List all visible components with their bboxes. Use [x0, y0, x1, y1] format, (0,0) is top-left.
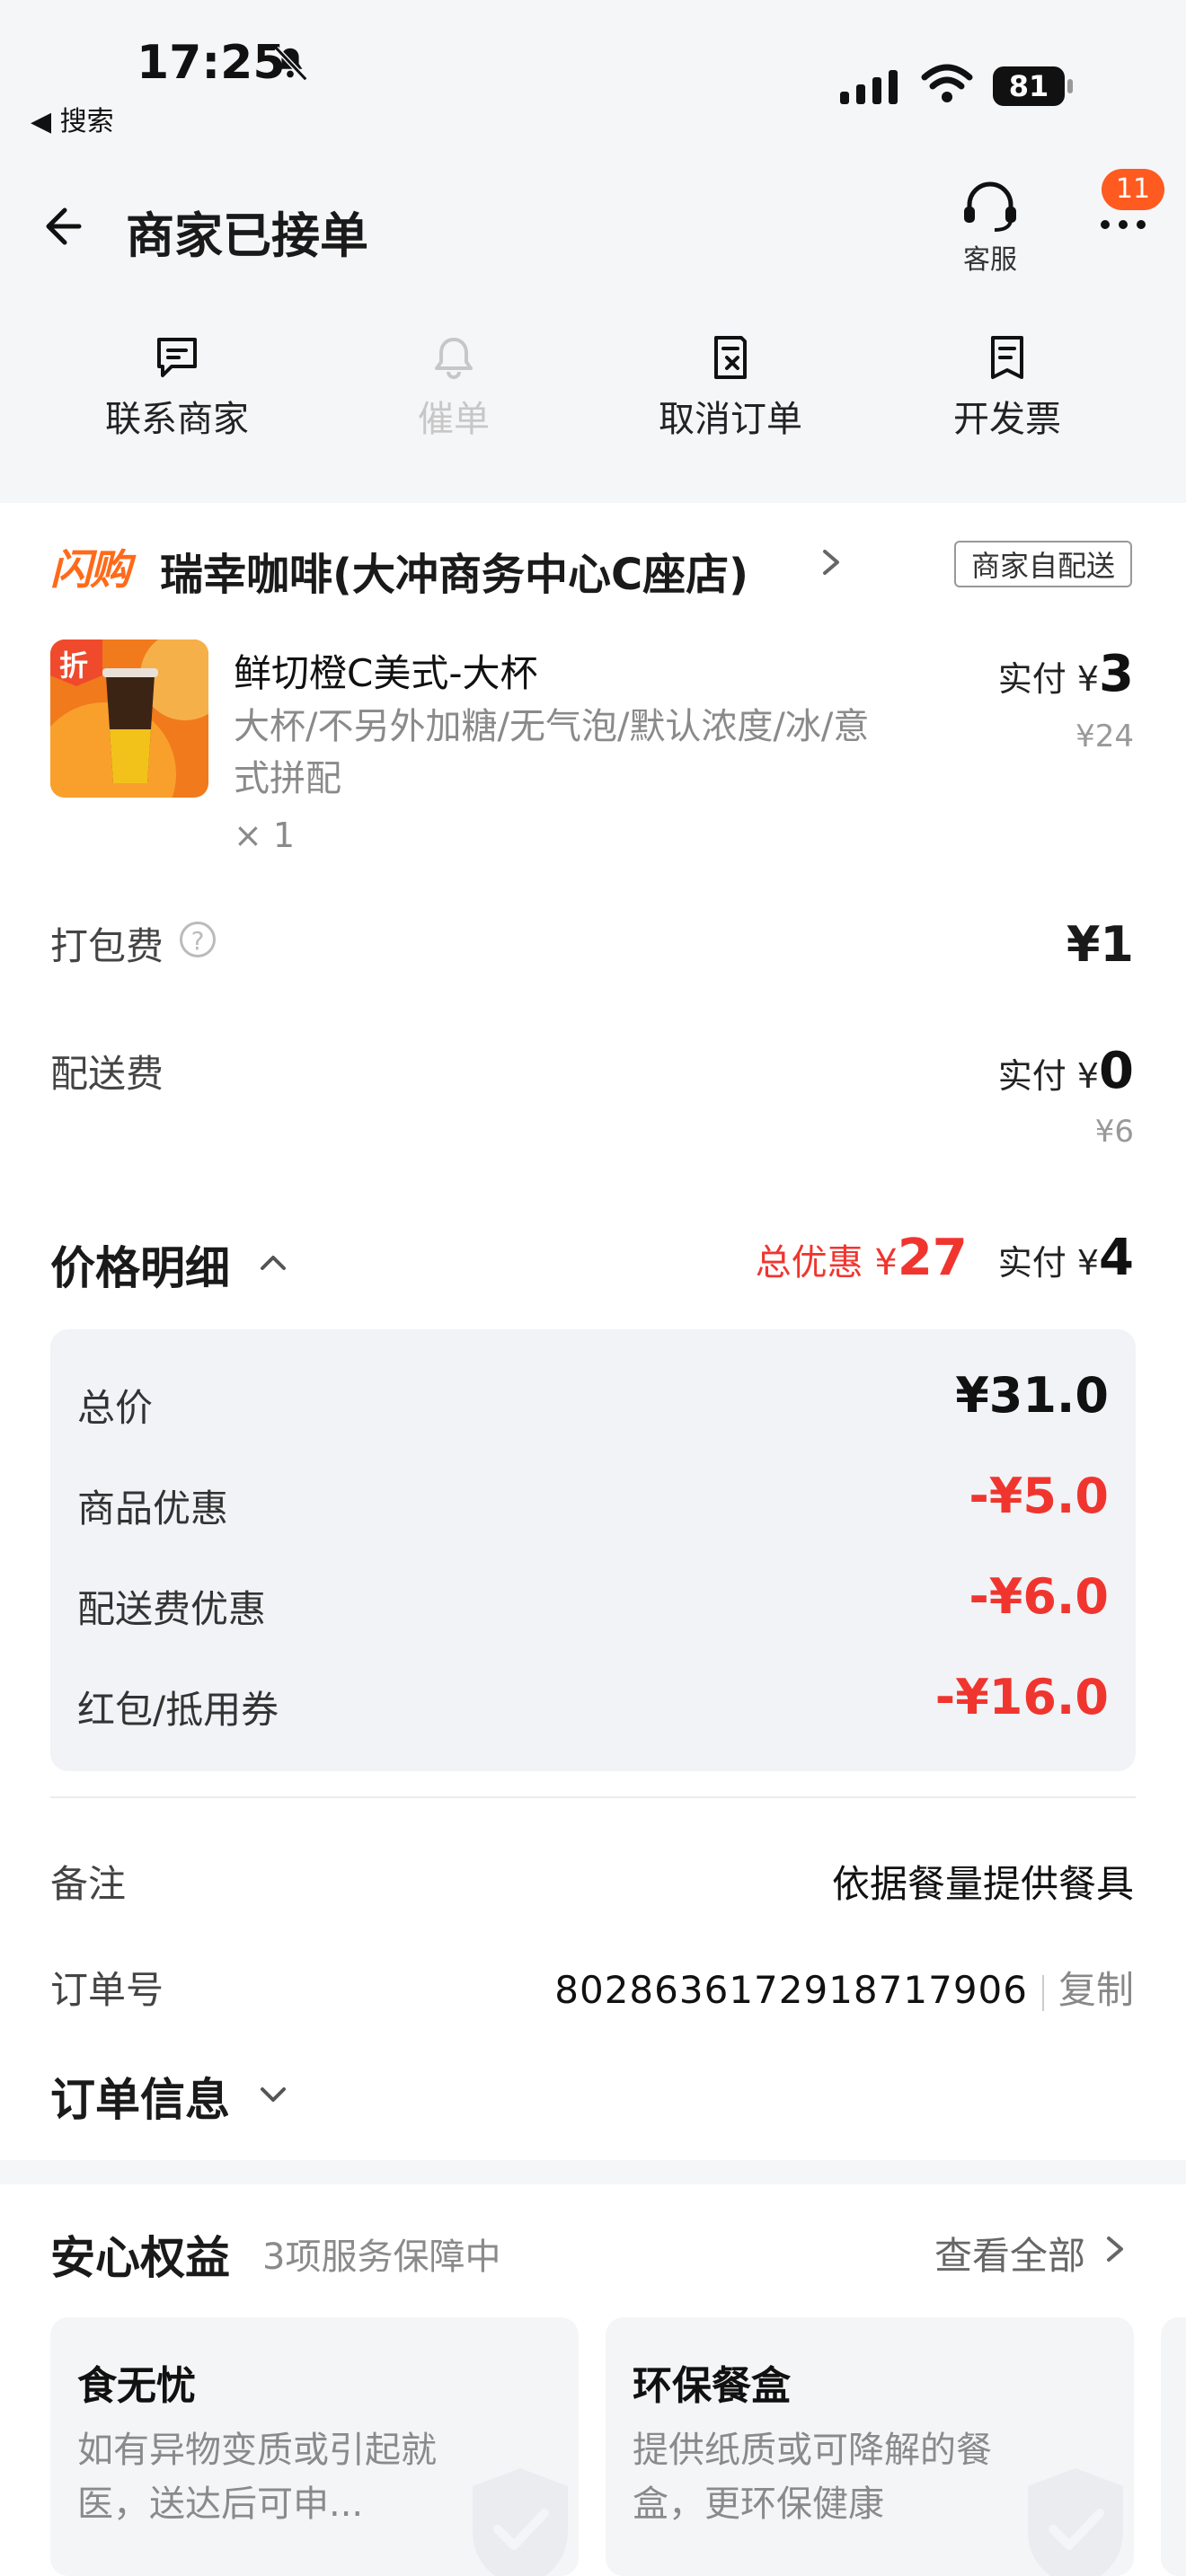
guarantee-item-title: 食无忧: [77, 2363, 196, 2409]
order-number-label: 订单号: [50, 1968, 164, 2012]
product-image[interactable]: 折: [50, 640, 208, 798]
chat-icon: [157, 338, 197, 377]
guarantee-item-title: 环保餐盒: [633, 2363, 791, 2409]
help-icon[interactable]: ?: [180, 922, 216, 957]
battery-level: 81: [993, 66, 1065, 106]
guarantee-title: 安心权益: [50, 2232, 230, 2284]
discount-badge: 折: [59, 648, 89, 683]
total-discount-label: 总优惠 ¥: [755, 1242, 898, 1284]
chevron-up-icon[interactable]: [257, 1248, 289, 1275]
product-original-price: ¥24: [1075, 719, 1134, 754]
page-title: 商家已接单: [126, 207, 368, 264]
remark-label: 备注: [50, 1862, 127, 1906]
delivery-paid-label: 实付 ¥: [997, 1056, 1100, 1096]
order-info-toggle[interactable]: 订单信息: [50, 2064, 230, 2129]
product-spec-line1: 大杯/不另外加糖/无气泡/默认浓度/冰/意: [234, 706, 870, 747]
order-number-value: 8028636172918717906: [554, 1968, 1028, 2012]
more-options-icon[interactable]: [1098, 216, 1148, 234]
divider: [50, 1796, 1136, 1798]
delivery-type-tag: 商家自配送: [954, 541, 1132, 587]
paid-amount: 3: [1099, 645, 1134, 703]
brand-logo: 闪购: [50, 545, 131, 594]
packing-fee-label: 打包费: [50, 924, 164, 968]
product-spec: 大杯/不另外加糖/无气泡/默认浓度/冰/意 式拼配: [234, 701, 916, 805]
chevron-right-icon[interactable]: [1102, 2231, 1128, 2267]
headset-icon: [964, 181, 1016, 232]
guarantee-item-desc: 如有异物变质或引起就医，送达后可申...: [77, 2430, 437, 2525]
price-detail-toggle[interactable]: 价格明细: [50, 1232, 230, 1297]
price-row-label: 红包/抵用券: [77, 1688, 279, 1732]
contact-merchant-label: 联系商家: [105, 399, 249, 440]
battery-icon: 81: [993, 66, 1074, 106]
guarantee-subtitle: 3项服务保障中: [262, 2236, 501, 2278]
issue-invoice-button[interactable]: 开发票: [913, 332, 1102, 442]
price-row-value: -¥16.0: [934, 1669, 1109, 1725]
price-summary: 总优惠 ¥27 实付 ¥4: [756, 1229, 1134, 1287]
customer-service-button[interactable]: 客服: [954, 180, 1026, 277]
total-paid-label: 实付 ¥: [997, 1243, 1100, 1283]
guarantee-item-desc: 提供纸质或可降解的餐盒，更环保健康: [633, 2430, 992, 2525]
bell-icon: [435, 338, 473, 379]
invoice-icon: [991, 336, 1023, 379]
delivery-paid: 实付 ¥0: [998, 1042, 1134, 1100]
cellular-signal-icon: [840, 70, 898, 104]
wifi-icon: [921, 64, 973, 102]
delivery-paid-amount: 0: [1099, 1042, 1134, 1100]
contact-merchant-button[interactable]: 联系商家: [83, 332, 271, 442]
product-quantity: × 1: [234, 816, 296, 855]
price-row-label: 总价: [77, 1386, 154, 1430]
notification-badge: 11: [1102, 169, 1164, 210]
separator: [1041, 1974, 1044, 2011]
back-arrow-icon[interactable]: [43, 199, 97, 253]
product-spec-line2: 式拼配: [234, 758, 341, 799]
mute-bell-icon: [274, 46, 308, 82]
guarantee-item-card[interactable]: 食无忧 如有异物变质或引起就医，送达后可申...: [50, 2317, 579, 2576]
store-name-link[interactable]: 瑞幸咖啡(大冲商务中心C座店): [160, 539, 748, 602]
cancel-order-button[interactable]: 取消订单: [636, 332, 825, 442]
price-row-value: -¥5.0: [969, 1468, 1109, 1524]
status-time: 17:25: [137, 36, 286, 90]
delivery-fee-label: 配送费: [50, 1052, 164, 1096]
product-name: 鲜切橙C美式-大杯: [234, 651, 538, 695]
cancel-order-label: 取消订单: [659, 399, 802, 440]
order-number-row: 8028636172918717906 复制: [554, 1960, 1134, 2015]
chevron-down-icon[interactable]: [257, 2080, 289, 2107]
packing-fee-value: ¥1: [1066, 916, 1134, 973]
total-paid-value: 4: [1099, 1229, 1134, 1287]
view-all-link[interactable]: 查看全部: [934, 2226, 1085, 2280]
issue-invoice-label: 开发票: [953, 399, 1061, 440]
price-row-value: -¥6.0: [969, 1568, 1109, 1625]
urge-order-label: 催单: [418, 399, 490, 440]
price-row-label: 商品优惠: [77, 1486, 229, 1531]
paid-label: 实付 ¥: [997, 659, 1100, 699]
price-row-value: ¥31.0: [955, 1367, 1109, 1424]
delivery-original-price: ¥6: [1094, 1114, 1134, 1150]
product-paid: 实付 ¥3: [998, 645, 1134, 703]
guarantee-item-card-partial[interactable]: [1161, 2317, 1186, 2576]
guarantee-item-card[interactable]: 环保餐盒 提供纸质或可降解的餐盒，更环保健康: [606, 2317, 1134, 2576]
remark-value: 依据餐量提供餐具: [831, 1862, 1134, 1906]
shield-check-icon: [1028, 2468, 1123, 2576]
price-row-label: 配送费优惠: [77, 1587, 267, 1631]
copy-button[interactable]: 复制: [1058, 1968, 1134, 2012]
customer-service-label: 客服: [963, 244, 1017, 276]
shield-check-icon: [473, 2468, 568, 2576]
back-to-search-link[interactable]: ◀ 搜索: [31, 99, 114, 138]
chevron-right-icon: [823, 550, 839, 575]
cancel-order-icon: [714, 336, 747, 379]
urge-order-button[interactable]: 催单: [359, 332, 548, 442]
total-discount-value: 27: [897, 1229, 968, 1287]
